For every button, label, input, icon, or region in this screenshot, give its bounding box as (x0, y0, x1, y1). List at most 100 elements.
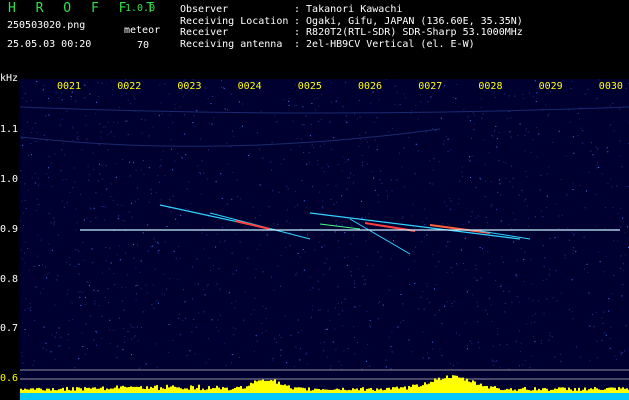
noise-dot (597, 357, 598, 359)
noise-dot (333, 137, 335, 139)
noise-dot (197, 165, 199, 167)
level-bar (320, 389, 322, 393)
noise-dot (589, 360, 591, 362)
level-bar (216, 385, 218, 393)
noise-dot (540, 339, 542, 341)
noise-dot (361, 164, 363, 166)
level-bar (434, 378, 436, 393)
noise-dot (444, 201, 445, 203)
noise-dot (329, 121, 331, 123)
noise-dot (123, 328, 125, 329)
level-bar (616, 390, 618, 393)
noise-dot (280, 349, 282, 351)
noise-dot (113, 330, 115, 331)
level-bar (144, 389, 146, 393)
noise-dot (211, 319, 213, 321)
noise-dot (414, 173, 416, 175)
noise-dot (99, 173, 101, 175)
level-bar (38, 387, 40, 393)
noise-dot (223, 86, 224, 88)
noise-dot (378, 302, 380, 304)
noise-dot (417, 150, 419, 152)
noise-dot (221, 80, 222, 82)
level-bar (456, 375, 458, 393)
noise-dot (571, 311, 573, 313)
noise-dot (494, 360, 496, 362)
info-row-location: Receiving Location: Ogaki, Gifu, JAPAN (… (180, 16, 523, 28)
noise-dot (461, 171, 463, 173)
noise-dot (101, 164, 103, 166)
noise-dot (391, 190, 393, 192)
noise-dot (157, 251, 159, 253)
level-bar (164, 388, 166, 393)
level-bar (308, 387, 310, 393)
level-bar (290, 388, 292, 393)
noise-dot (31, 154, 33, 156)
noise-dot (167, 127, 169, 129)
info-key: Observer (180, 4, 229, 15)
noise-dot (491, 359, 493, 361)
noise-dot (456, 84, 458, 86)
noise-dot (523, 258, 525, 260)
noise-dot (308, 152, 310, 154)
noise-dot (238, 356, 240, 358)
noise-dot (98, 95, 100, 97)
level-bar (362, 387, 364, 393)
noise-dot (584, 207, 586, 209)
noise-dot (101, 206, 103, 208)
noise-dot (505, 177, 507, 179)
noise-dot (525, 359, 526, 361)
noise-dot (168, 324, 170, 326)
noise-dot (335, 307, 336, 309)
noise-dot (304, 251, 306, 253)
level-bar (554, 388, 556, 393)
level-bar (312, 390, 314, 393)
noise-dot (219, 241, 221, 243)
noise-dot (602, 322, 604, 324)
noise-dot (250, 314, 252, 315)
noise-dot (113, 273, 115, 275)
level-bar (122, 385, 124, 393)
noise-dot (119, 317, 120, 319)
noise-dot (276, 121, 278, 123)
noise-dot (299, 359, 301, 361)
level-bar (522, 387, 524, 393)
noise-dot (517, 296, 519, 298)
noise-dot (172, 169, 173, 171)
noise-dot (627, 185, 629, 187)
noise-dot (425, 132, 427, 134)
noise-dot (260, 110, 262, 112)
level-bar (492, 386, 494, 393)
noise-dot (580, 127, 582, 129)
level-bar (374, 390, 376, 393)
noise-dot (38, 204, 40, 205)
noise-dot (498, 132, 500, 134)
level-bar (262, 379, 264, 393)
noise-dot (207, 98, 209, 100)
noise-dot (137, 198, 139, 200)
noise-dot (215, 213, 217, 214)
noise-dot (307, 234, 309, 236)
level-bar (384, 389, 386, 393)
noise-dot (573, 247, 575, 249)
level-bar (242, 388, 244, 393)
noise-dot (173, 250, 175, 252)
noise-dot (232, 130, 233, 132)
level-bar (244, 388, 246, 393)
noise-dot (545, 279, 547, 281)
level-bar (282, 385, 284, 393)
noise-dot (579, 184, 581, 186)
level-bar (332, 389, 334, 393)
noise-dot (492, 345, 494, 347)
noise-dot (327, 310, 329, 312)
level-bar (540, 390, 542, 393)
noise-dot (220, 173, 222, 175)
noise-dot (83, 259, 85, 261)
noise-dot (520, 351, 521, 353)
level-bar (148, 388, 150, 393)
noise-dot (147, 250, 149, 252)
noise-dot (399, 152, 400, 154)
level-bar (46, 388, 48, 393)
noise-dot (604, 332, 606, 334)
noise-dot (497, 192, 499, 194)
